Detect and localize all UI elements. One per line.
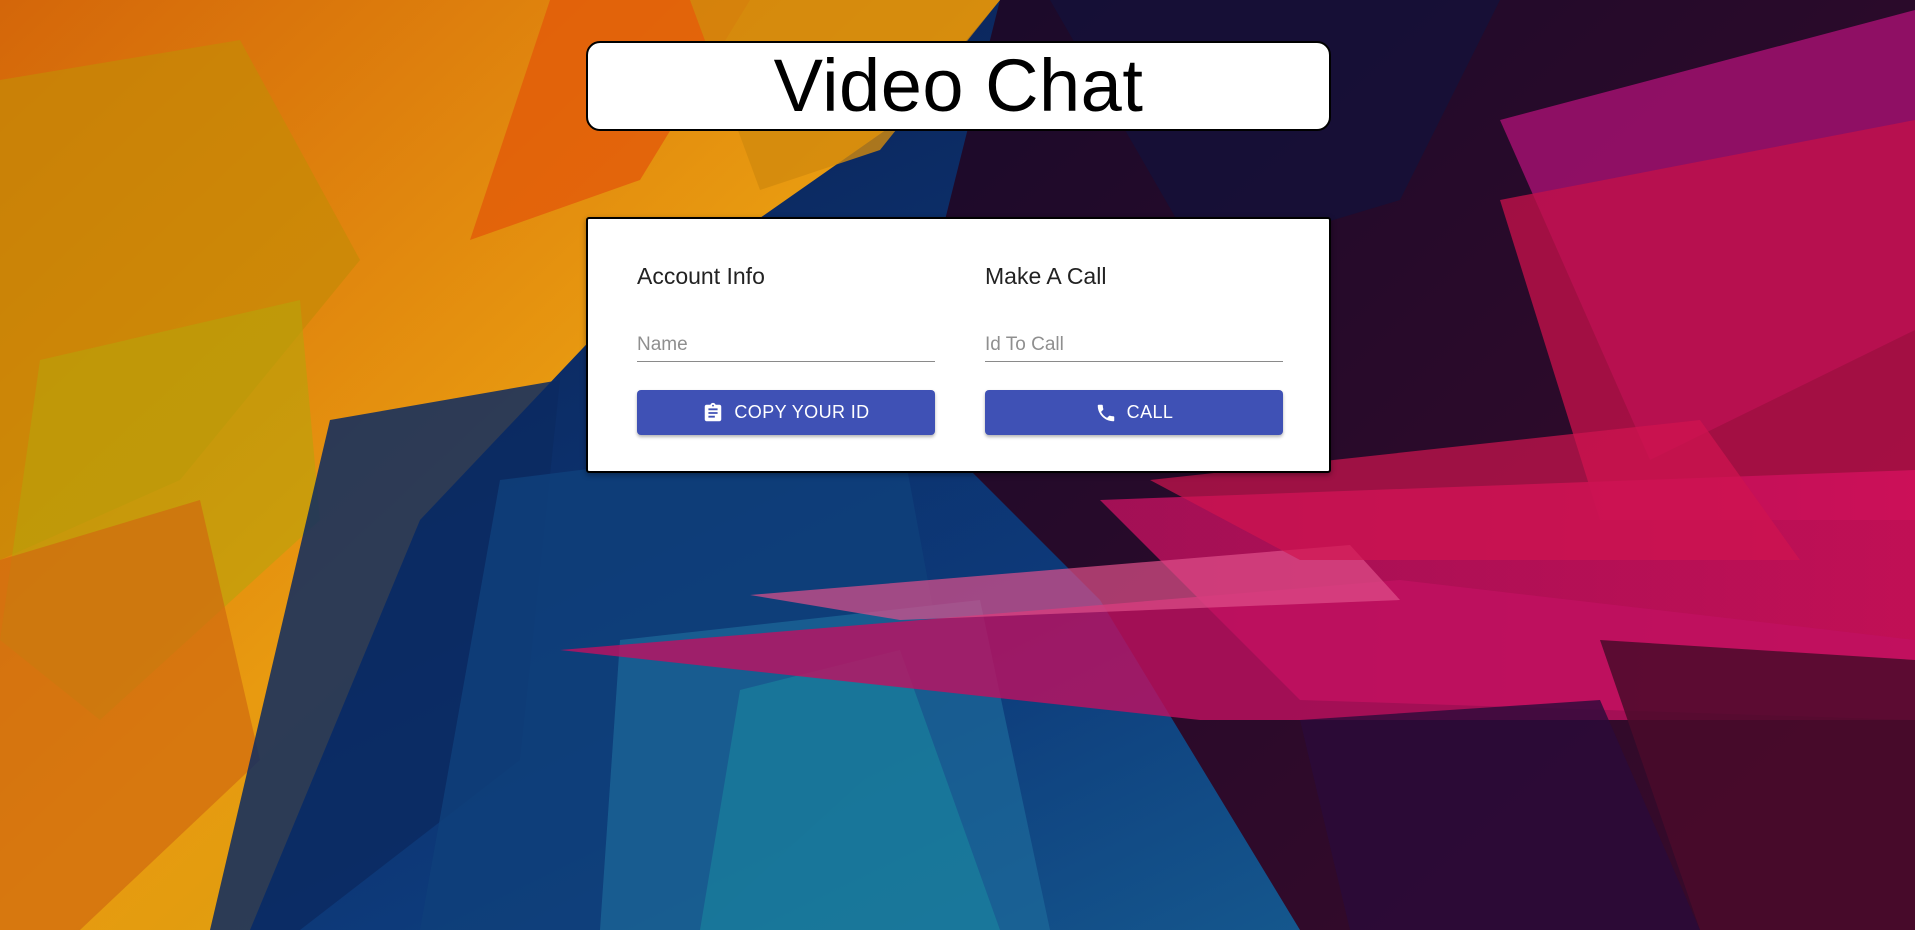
- id-to-call-field-wrapper: [985, 331, 1283, 362]
- copy-id-label: COPY YOUR ID: [734, 402, 870, 422]
- account-info-heading: Account Info: [637, 263, 765, 289]
- copy-id-button[interactable]: COPY YOUR ID: [637, 390, 935, 435]
- phone-icon: [1095, 402, 1117, 424]
- call-button[interactable]: CALL: [985, 390, 1283, 435]
- name-input[interactable]: [637, 331, 935, 359]
- page: Video Chat Account Info COPY YOUR ID Mak…: [0, 0, 1915, 930]
- call-label: CALL: [1126, 402, 1174, 422]
- call-panel: Account Info COPY YOUR ID Make A Call: [586, 217, 1331, 473]
- make-call-heading: Make A Call: [985, 263, 1107, 289]
- page-title: Video Chat: [773, 44, 1144, 127]
- title-card: Video Chat: [586, 41, 1331, 131]
- id-to-call-input[interactable]: [985, 331, 1283, 359]
- clipboard-icon: [702, 402, 724, 424]
- name-field-wrapper: [637, 331, 935, 362]
